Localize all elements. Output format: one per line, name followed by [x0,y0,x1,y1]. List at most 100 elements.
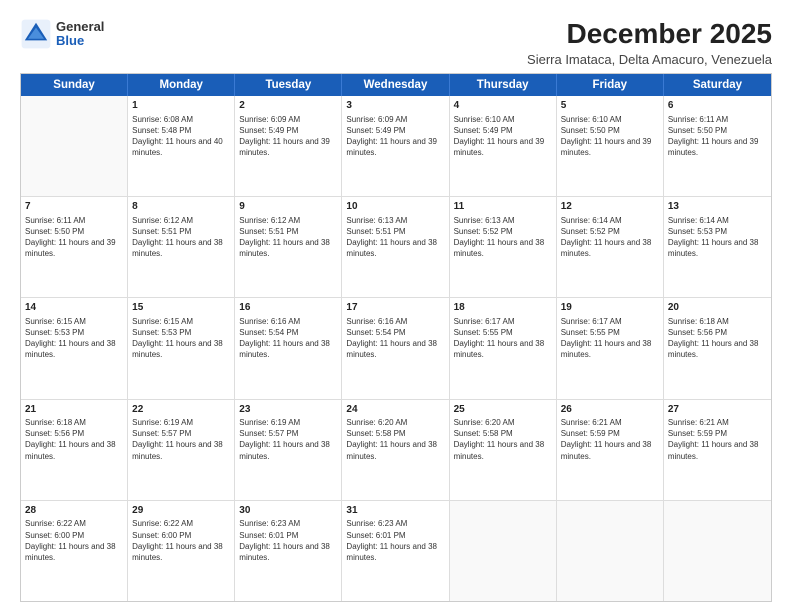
day-number: 31 [346,504,444,518]
week-row-1: 1Sunrise: 6:08 AMSunset: 5:48 PMDaylight… [21,96,771,197]
cell-info: Sunrise: 6:09 AMSunset: 5:49 PMDaylight:… [239,114,337,159]
cal-cell: 18Sunrise: 6:17 AMSunset: 5:55 PMDayligh… [450,298,557,398]
cell-info: Sunrise: 6:13 AMSunset: 5:52 PMDaylight:… [454,215,552,260]
cell-info: Sunrise: 6:21 AMSunset: 5:59 PMDaylight:… [668,417,767,462]
day-number: 15 [132,301,230,315]
cell-info: Sunrise: 6:23 AMSunset: 6:01 PMDaylight:… [239,518,337,563]
cell-info: Sunrise: 6:22 AMSunset: 6:00 PMDaylight:… [132,518,230,563]
cell-info: Sunrise: 6:17 AMSunset: 5:55 PMDaylight:… [561,316,659,361]
day-number: 10 [346,200,444,214]
logo-text: General Blue [56,20,104,49]
cell-info: Sunrise: 6:21 AMSunset: 5:59 PMDaylight:… [561,417,659,462]
day-number: 8 [132,200,230,214]
day-number: 26 [561,403,659,417]
header-day-wednesday: Wednesday [342,74,449,96]
week-row-2: 7Sunrise: 6:11 AMSunset: 5:50 PMDaylight… [21,197,771,298]
cell-info: Sunrise: 6:16 AMSunset: 5:54 PMDaylight:… [239,316,337,361]
cal-cell [557,501,664,601]
cal-cell: 31Sunrise: 6:23 AMSunset: 6:01 PMDayligh… [342,501,449,601]
day-number: 20 [668,301,767,315]
day-number: 16 [239,301,337,315]
cell-info: Sunrise: 6:20 AMSunset: 5:58 PMDaylight:… [454,417,552,462]
cal-cell: 26Sunrise: 6:21 AMSunset: 5:59 PMDayligh… [557,400,664,500]
cell-info: Sunrise: 6:14 AMSunset: 5:52 PMDaylight:… [561,215,659,260]
day-number: 4 [454,99,552,113]
cell-info: Sunrise: 6:18 AMSunset: 5:56 PMDaylight:… [25,417,123,462]
logo-icon [20,18,52,50]
week-row-3: 14Sunrise: 6:15 AMSunset: 5:53 PMDayligh… [21,298,771,399]
cal-cell: 10Sunrise: 6:13 AMSunset: 5:51 PMDayligh… [342,197,449,297]
cell-info: Sunrise: 6:10 AMSunset: 5:49 PMDaylight:… [454,114,552,159]
day-number: 19 [561,301,659,315]
cell-info: Sunrise: 6:13 AMSunset: 5:51 PMDaylight:… [346,215,444,260]
day-number: 30 [239,504,337,518]
title-block: December 2025 Sierra Imataca, Delta Amac… [527,18,772,67]
cal-cell: 12Sunrise: 6:14 AMSunset: 5:52 PMDayligh… [557,197,664,297]
cell-info: Sunrise: 6:17 AMSunset: 5:55 PMDaylight:… [454,316,552,361]
day-number: 29 [132,504,230,518]
day-number: 14 [25,301,123,315]
day-number: 11 [454,200,552,214]
cal-cell: 5Sunrise: 6:10 AMSunset: 5:50 PMDaylight… [557,96,664,196]
cell-info: Sunrise: 6:11 AMSunset: 5:50 PMDaylight:… [668,114,767,159]
cell-info: Sunrise: 6:14 AMSunset: 5:53 PMDaylight:… [668,215,767,260]
logo-blue: Blue [56,34,104,48]
cell-info: Sunrise: 6:18 AMSunset: 5:56 PMDaylight:… [668,316,767,361]
day-number: 7 [25,200,123,214]
header-day-sunday: Sunday [21,74,128,96]
calendar-body: 1Sunrise: 6:08 AMSunset: 5:48 PMDaylight… [21,96,771,601]
cell-info: Sunrise: 6:08 AMSunset: 5:48 PMDaylight:… [132,114,230,159]
cal-cell [21,96,128,196]
cal-cell: 2Sunrise: 6:09 AMSunset: 5:49 PMDaylight… [235,96,342,196]
day-number: 5 [561,99,659,113]
header-day-friday: Friday [557,74,664,96]
cal-cell: 25Sunrise: 6:20 AMSunset: 5:58 PMDayligh… [450,400,557,500]
day-number: 22 [132,403,230,417]
calendar: SundayMondayTuesdayWednesdayThursdayFrid… [20,73,772,602]
cal-cell [664,501,771,601]
day-number: 6 [668,99,767,113]
cell-info: Sunrise: 6:22 AMSunset: 6:00 PMDaylight:… [25,518,123,563]
cal-cell: 28Sunrise: 6:22 AMSunset: 6:00 PMDayligh… [21,501,128,601]
header-day-thursday: Thursday [450,74,557,96]
header-day-saturday: Saturday [664,74,771,96]
cell-info: Sunrise: 6:23 AMSunset: 6:01 PMDaylight:… [346,518,444,563]
day-number: 21 [25,403,123,417]
main-title: December 2025 [527,18,772,50]
cal-cell: 24Sunrise: 6:20 AMSunset: 5:58 PMDayligh… [342,400,449,500]
cal-cell: 3Sunrise: 6:09 AMSunset: 5:49 PMDaylight… [342,96,449,196]
cal-cell: 11Sunrise: 6:13 AMSunset: 5:52 PMDayligh… [450,197,557,297]
day-number: 9 [239,200,337,214]
cell-info: Sunrise: 6:15 AMSunset: 5:53 PMDaylight:… [25,316,123,361]
cell-info: Sunrise: 6:12 AMSunset: 5:51 PMDaylight:… [239,215,337,260]
cal-cell: 6Sunrise: 6:11 AMSunset: 5:50 PMDaylight… [664,96,771,196]
cal-cell: 14Sunrise: 6:15 AMSunset: 5:53 PMDayligh… [21,298,128,398]
cell-info: Sunrise: 6:12 AMSunset: 5:51 PMDaylight:… [132,215,230,260]
week-row-5: 28Sunrise: 6:22 AMSunset: 6:00 PMDayligh… [21,501,771,601]
cell-info: Sunrise: 6:19 AMSunset: 5:57 PMDaylight:… [132,417,230,462]
cell-info: Sunrise: 6:09 AMSunset: 5:49 PMDaylight:… [346,114,444,159]
header: General Blue December 2025 Sierra Imatac… [20,18,772,67]
day-number: 28 [25,504,123,518]
day-number: 1 [132,99,230,113]
cal-cell [450,501,557,601]
subtitle: Sierra Imataca, Delta Amacuro, Venezuela [527,52,772,67]
header-day-tuesday: Tuesday [235,74,342,96]
cal-cell: 19Sunrise: 6:17 AMSunset: 5:55 PMDayligh… [557,298,664,398]
logo-general: General [56,20,104,34]
cal-cell: 21Sunrise: 6:18 AMSunset: 5:56 PMDayligh… [21,400,128,500]
page: General Blue December 2025 Sierra Imatac… [0,0,792,612]
cal-cell: 1Sunrise: 6:08 AMSunset: 5:48 PMDaylight… [128,96,235,196]
cal-cell: 7Sunrise: 6:11 AMSunset: 5:50 PMDaylight… [21,197,128,297]
cell-info: Sunrise: 6:11 AMSunset: 5:50 PMDaylight:… [25,215,123,260]
cal-cell: 30Sunrise: 6:23 AMSunset: 6:01 PMDayligh… [235,501,342,601]
cell-info: Sunrise: 6:10 AMSunset: 5:50 PMDaylight:… [561,114,659,159]
cal-cell: 9Sunrise: 6:12 AMSunset: 5:51 PMDaylight… [235,197,342,297]
cal-cell: 22Sunrise: 6:19 AMSunset: 5:57 PMDayligh… [128,400,235,500]
day-number: 27 [668,403,767,417]
cal-cell: 16Sunrise: 6:16 AMSunset: 5:54 PMDayligh… [235,298,342,398]
cal-cell: 8Sunrise: 6:12 AMSunset: 5:51 PMDaylight… [128,197,235,297]
day-number: 3 [346,99,444,113]
day-number: 12 [561,200,659,214]
day-number: 25 [454,403,552,417]
